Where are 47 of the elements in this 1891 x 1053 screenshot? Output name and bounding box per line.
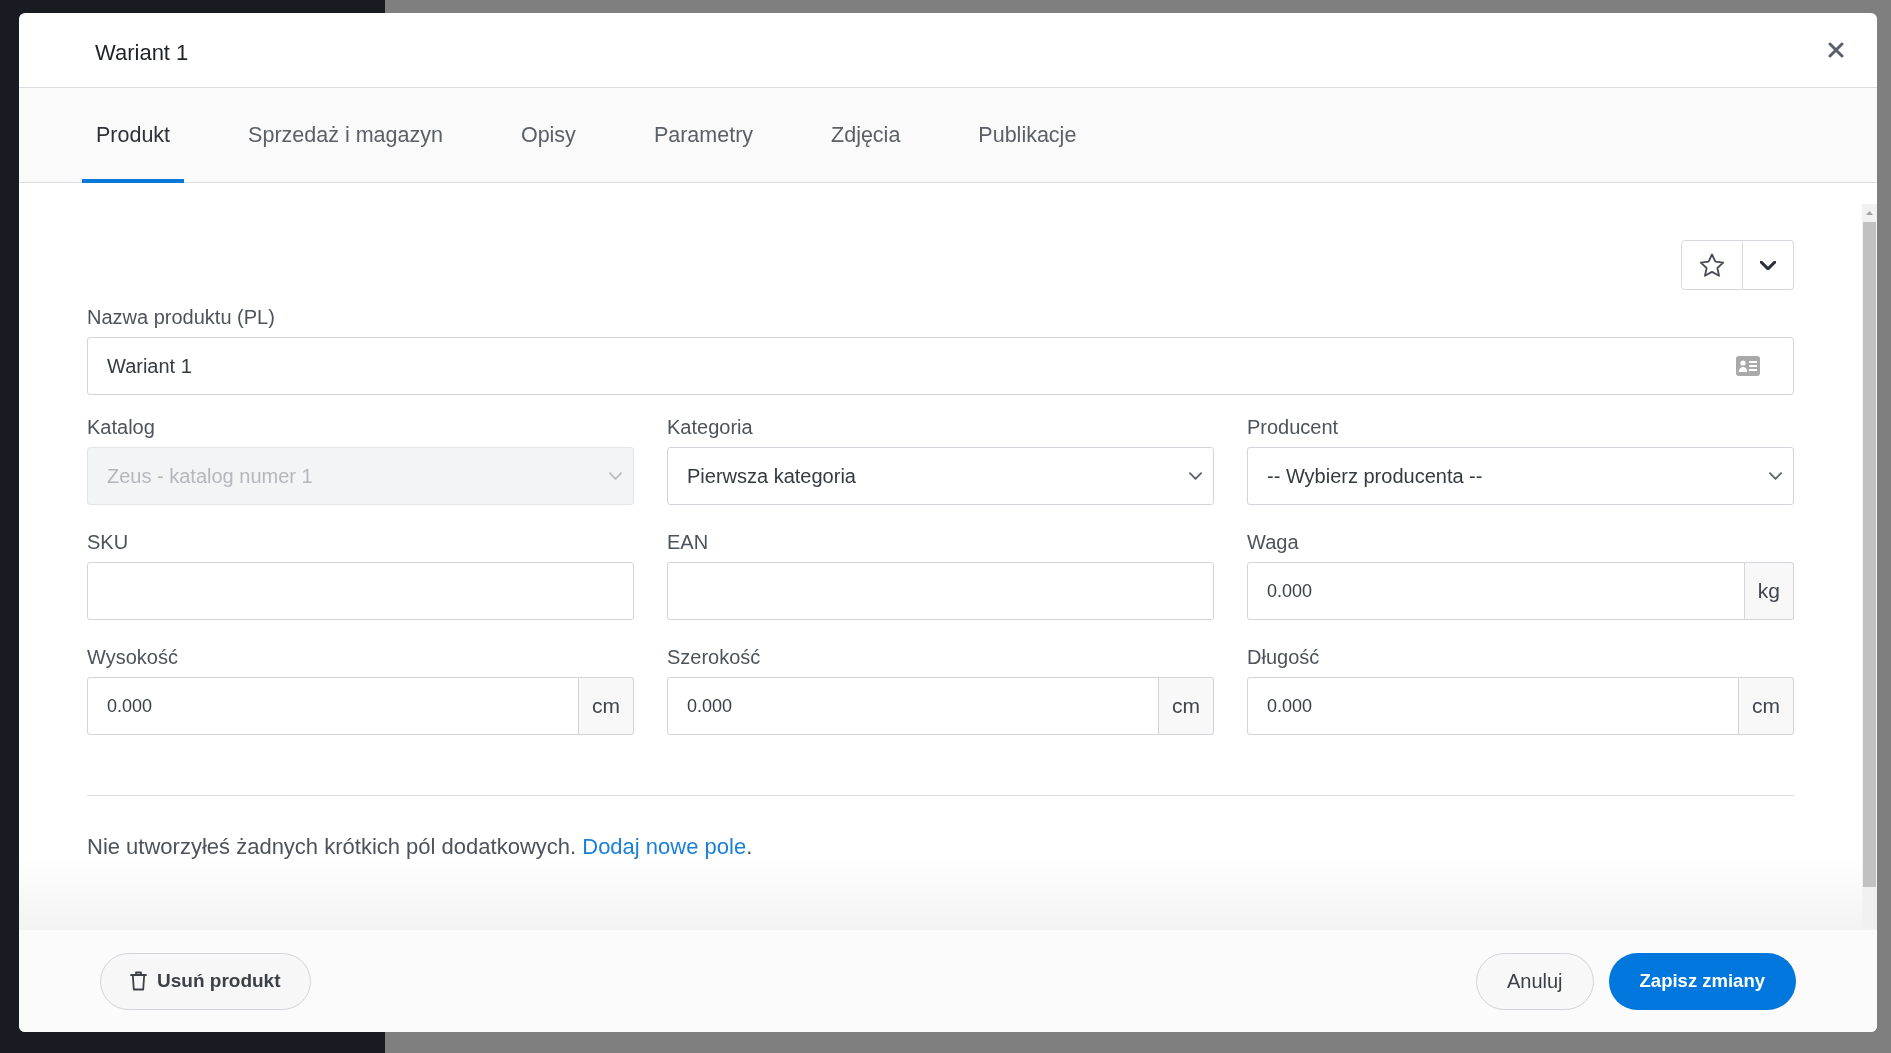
field-label: Szerokość bbox=[667, 645, 762, 669]
field-label: Długość bbox=[1247, 645, 1321, 669]
unit-addon: cm bbox=[579, 677, 634, 735]
chevron-down-icon bbox=[1189, 472, 1202, 480]
tab[interactable]: Zdjęcia bbox=[817, 88, 915, 183]
caret-up-icon bbox=[1866, 211, 1873, 215]
chevron-down-icon bbox=[1760, 260, 1776, 270]
field-label: Wysokość bbox=[87, 645, 179, 669]
scroll-up-button[interactable] bbox=[1862, 204, 1877, 222]
tab[interactable]: Parametry bbox=[639, 88, 768, 183]
favorite-button[interactable] bbox=[1681, 240, 1743, 290]
delete-product-button[interactable]: Usuń produkt bbox=[100, 952, 311, 1010]
number-input[interactable]: 0.000 bbox=[87, 677, 579, 735]
close-icon bbox=[1828, 42, 1844, 58]
text-input[interactable] bbox=[667, 562, 1214, 620]
field-label: Producent bbox=[1247, 415, 1340, 439]
field-label: Katalog bbox=[87, 415, 156, 439]
text-input[interactable]: Wariant 1 bbox=[87, 337, 1794, 395]
scrollbar-thumb[interactable] bbox=[1862, 222, 1877, 887]
chevron-down-icon bbox=[1769, 472, 1782, 480]
number-input[interactable]: 0.000 bbox=[1247, 562, 1745, 620]
select-field[interactable]: -- Wybierz producenta -- bbox=[1247, 447, 1794, 505]
field-label: Kategoria bbox=[667, 415, 754, 439]
chevron-down-icon bbox=[609, 472, 622, 480]
unit-addon: kg bbox=[1744, 562, 1794, 620]
contact-card-icon bbox=[1736, 356, 1760, 376]
number-input[interactable]: 0.000 bbox=[1247, 677, 1739, 735]
cancel-button[interactable]: Anuluj bbox=[1475, 952, 1594, 1010]
dropdown-button[interactable] bbox=[1743, 240, 1794, 290]
select-field[interactable]: Pierwsza kategoria bbox=[667, 447, 1214, 505]
unit-addon: cm bbox=[1159, 677, 1214, 735]
field-label: SKU bbox=[87, 530, 130, 554]
field-label: Waga bbox=[1247, 530, 1300, 554]
number-input[interactable]: 0.000 bbox=[667, 677, 1159, 735]
unit-addon: cm bbox=[1739, 677, 1794, 735]
field-label: Nazwa produktu (PL) bbox=[87, 305, 276, 329]
text-input[interactable] bbox=[87, 562, 634, 620]
tab[interactable]: Publikacje bbox=[964, 88, 1091, 183]
add-field-link[interactable]: Dodaj nowe pole bbox=[582, 834, 747, 859]
empty-fields-notice: Nie utworzyłeś żadnych krótkich pól dodatkowych. Dodaj nowe pole. bbox=[87, 833, 754, 861]
star-icon bbox=[1699, 252, 1725, 278]
window-title: Wariant 1 bbox=[95, 38, 189, 67]
trash-icon bbox=[130, 971, 147, 991]
tab[interactable]: Opisy bbox=[506, 88, 590, 183]
tab[interactable]: Sprzedaż i magazyn bbox=[234, 88, 457, 183]
save-button[interactable]: Zapisz zmiany bbox=[1608, 952, 1796, 1010]
field-label: EAN bbox=[667, 530, 710, 554]
